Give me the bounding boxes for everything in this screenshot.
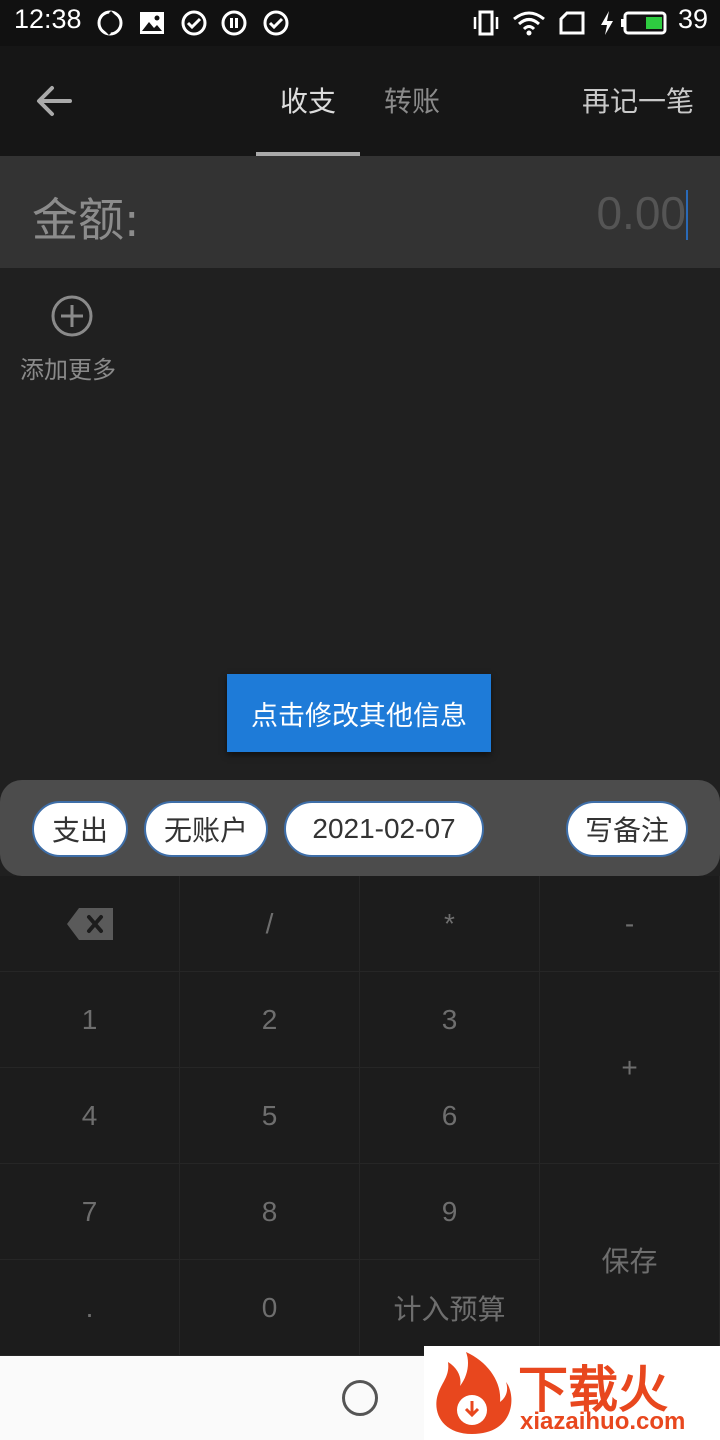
minus-key[interactable]: - (540, 876, 720, 972)
sync-icon (97, 10, 123, 36)
dot-key[interactable]: . (0, 1260, 180, 1356)
check-circle-icon (181, 10, 207, 36)
tab-transfer[interactable]: 转账 (384, 80, 440, 120)
date-chip[interactable]: 2021-02-07 (284, 801, 484, 857)
back-arrow-icon[interactable] (30, 78, 80, 124)
key-1[interactable]: 1 (0, 972, 180, 1068)
add-more-label: 添加更多 (20, 356, 116, 384)
type-chip[interactable]: 支出 (32, 801, 128, 857)
key-5[interactable]: 5 (180, 1068, 360, 1164)
key-8[interactable]: 8 (180, 1164, 360, 1260)
note-chip[interactable]: 写备注 (566, 801, 688, 857)
backspace-key[interactable] (0, 876, 180, 972)
key-4[interactable]: 4 (0, 1068, 180, 1164)
status-time: 12:38 (14, 4, 82, 34)
key-2[interactable]: 2 (180, 972, 360, 1068)
charging-icon (601, 11, 613, 35)
battery-icon (621, 11, 667, 35)
plus-key[interactable]: + (540, 972, 720, 1164)
tab-income-expense[interactable]: 收支 (280, 80, 336, 120)
budget-key[interactable]: 计入预算 (360, 1260, 540, 1356)
add-more-button[interactable]: 添加更多 (18, 294, 128, 386)
wifi-icon (513, 11, 545, 36)
check-circle-icon-2 (263, 10, 289, 36)
key-3[interactable]: 3 (360, 972, 540, 1068)
key-7[interactable]: 7 (0, 1164, 180, 1260)
watermark: 下载火 xiazaihuo.com (424, 1346, 720, 1440)
watermark-subtitle: xiazaihuo.com (520, 1408, 686, 1435)
amount-row[interactable]: 金额: 0.00 (0, 156, 720, 268)
image-icon (140, 12, 164, 34)
flame-logo-icon (436, 1352, 512, 1434)
save-key[interactable]: 保存 (540, 1164, 720, 1356)
amount-label: 金额: (32, 193, 140, 247)
divide-key[interactable]: / (180, 876, 360, 972)
sim-card-icon (559, 11, 585, 35)
amount-input[interactable]: 0.00 (596, 186, 686, 240)
keypad: / * - 1 2 3 + 4 5 6 7 8 9 保存 . 0 计入预算 (0, 876, 720, 1356)
battery-level: 39 (677, 4, 708, 34)
text-cursor (686, 190, 688, 240)
status-bar: 12:38 39 (0, 0, 720, 46)
multiply-key[interactable]: * (360, 876, 540, 972)
home-button[interactable] (342, 1380, 378, 1416)
backspace-icon (66, 907, 113, 940)
key-6[interactable]: 6 (360, 1068, 540, 1164)
pause-circle-icon (221, 10, 247, 36)
edit-info-hint[interactable]: 点击修改其他信息 (227, 674, 491, 752)
account-chip[interactable]: 无账户 (144, 801, 268, 857)
chip-bar: 支出 无账户 2021-02-07 写备注 (0, 780, 720, 876)
vibrate-icon (473, 10, 499, 36)
key-9[interactable]: 9 (360, 1164, 540, 1260)
record-again-button[interactable]: 再记一笔 (582, 80, 694, 120)
key-0[interactable]: 0 (180, 1260, 360, 1356)
screen: 12:38 39 收支 转账 再记一笔 金额: 0.00 添加更多 点击修改其他… (0, 0, 720, 1440)
header: 收支 转账 再记一笔 (0, 46, 720, 156)
plus-circle-icon (51, 295, 93, 337)
